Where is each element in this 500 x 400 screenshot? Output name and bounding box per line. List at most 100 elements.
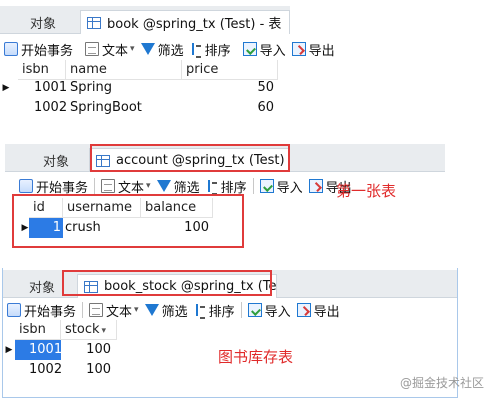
sort-icon: [190, 42, 202, 58]
tab-objects[interactable]: 对象: [35, 148, 77, 172]
column-header-stock[interactable]: stock ▾: [61, 320, 117, 340]
button-label: 排序: [208, 304, 235, 320]
highlight-box: [12, 194, 244, 248]
button-label: 文本: [118, 180, 145, 196]
import-button[interactable]: 导入: [247, 301, 291, 320]
export-icon: [296, 303, 311, 317]
data-grid: isbn stock ▾ ▶ 1001 100 1002 100: [3, 320, 133, 382]
import-icon: [259, 179, 274, 193]
filter-button[interactable]: 筛选: [156, 177, 200, 196]
annotation-book-stock-table: 图书库存表: [218, 348, 294, 366]
text-button[interactable]: 文本 ▾: [89, 301, 139, 320]
chevron-down-icon: ▾: [146, 181, 151, 191]
sort-button[interactable]: 排序: [206, 177, 247, 196]
text-icon: [85, 42, 100, 56]
cell-stock[interactable]: 100: [61, 340, 113, 360]
text-button[interactable]: 文本 ▾: [85, 40, 135, 59]
cell-price[interactable]: 50: [182, 78, 276, 98]
sort-desc-icon: ▾: [101, 326, 107, 336]
button-label: 导入: [259, 43, 286, 59]
button-label: 导入: [264, 304, 291, 320]
begin-transaction-button[interactable]: 开始事务: [7, 301, 76, 320]
column-header-isbn[interactable]: isbn: [15, 320, 61, 340]
cell-name[interactable]: SpringBoot: [68, 98, 144, 118]
button-label: 排序: [204, 43, 231, 59]
filter-button[interactable]: 筛选: [140, 40, 184, 59]
cell-name[interactable]: Spring: [68, 78, 114, 98]
tab-objects[interactable]: 对象: [22, 10, 64, 34]
filter-icon: [144, 304, 159, 316]
current-row-indicator-icon: ▶: [2, 83, 10, 93]
chevron-down-icon: ▾: [134, 305, 139, 315]
column-header-name[interactable]: name: [66, 60, 182, 80]
cell-isbn[interactable]: 1002: [15, 360, 64, 380]
header-row: isbn stock ▾: [3, 320, 133, 340]
import-button[interactable]: 导入: [259, 177, 303, 196]
export-button[interactable]: 导出: [291, 40, 335, 59]
toolbar: 开始事务 文本 ▾ 筛选 排序 导入 导出: [3, 298, 457, 322]
export-icon: [291, 42, 306, 56]
tab-objects[interactable]: 对象: [21, 274, 63, 298]
import-icon: [242, 42, 257, 56]
import-button[interactable]: 导入: [242, 40, 286, 59]
button-label: 导出: [313, 304, 340, 320]
sort-icon: [206, 179, 218, 195]
export-icon: [308, 179, 323, 193]
table-row[interactable]: 1002 SpringBoot 60: [0, 98, 280, 118]
toolbar: 开始事务 文本 ▾ 筛选 排序 导入 导出: [0, 37, 335, 61]
highlight-box: [62, 270, 272, 296]
watermark: @掘金技术社区: [400, 376, 485, 390]
tab-bar: 对象 book @spring_tx (Test) - 表: [0, 6, 290, 34]
sort-button[interactable]: 排序: [194, 301, 235, 320]
toolbar-divider: [94, 178, 96, 194]
table-row[interactable]: ▶ 1001 100: [3, 340, 133, 360]
tab-book-table[interactable]: book @spring_tx (Test) - 表: [80, 10, 290, 34]
toolbar-divider: [82, 302, 84, 318]
chevron-down-icon: ▾: [130, 44, 135, 54]
button-label: 开始事务: [36, 180, 89, 196]
table-row[interactable]: 1002 100: [3, 360, 133, 380]
filter-button[interactable]: 筛选: [144, 301, 188, 320]
button-label: 文本: [106, 304, 133, 320]
button-label: 导出: [308, 43, 335, 59]
current-row-indicator-icon: ▶: [5, 345, 13, 355]
button-label: 排序: [220, 180, 247, 196]
filter-icon: [140, 43, 155, 55]
button-label: 筛选: [157, 43, 184, 59]
toolbar-divider: [252, 178, 254, 194]
sort-button[interactable]: 排序: [190, 40, 231, 59]
table-row[interactable]: ▶ 1001 Spring 50: [0, 78, 280, 98]
column-header-price[interactable]: price: [182, 60, 278, 80]
filter-icon: [156, 180, 171, 192]
transaction-icon: [4, 42, 18, 56]
cell-stock[interactable]: 100: [61, 360, 113, 380]
tab-label: book @spring_tx (Test) - 表: [107, 17, 282, 32]
tab-label: 对象: [30, 16, 57, 32]
annotation-first-table: 第一张表: [336, 182, 397, 200]
button-label: 开始事务: [21, 43, 74, 59]
text-icon: [89, 303, 104, 317]
transaction-icon: [19, 179, 33, 193]
import-icon: [247, 303, 262, 317]
highlight-box: [90, 144, 290, 172]
tab-label: 对象: [29, 280, 56, 296]
header-row: isbn name price: [0, 60, 280, 80]
cell-isbn[interactable]: 1001: [15, 340, 62, 360]
column-header-isbn[interactable]: isbn: [18, 60, 66, 80]
begin-transaction-button[interactable]: 开始事务: [19, 177, 88, 196]
button-label: 开始事务: [24, 304, 77, 320]
sort-icon: [194, 303, 206, 319]
cell-isbn[interactable]: 1001: [32, 78, 69, 98]
table-icon: [87, 16, 101, 29]
text-button[interactable]: 文本 ▾: [101, 177, 151, 196]
cell-price[interactable]: 60: [182, 98, 276, 118]
export-button[interactable]: 导出: [296, 301, 340, 320]
toolbar-divider: [240, 302, 242, 318]
button-label: 筛选: [161, 304, 188, 320]
button-label: 筛选: [173, 180, 200, 196]
button-label: 导入: [276, 180, 303, 196]
cell-isbn[interactable]: 1002: [32, 98, 69, 118]
begin-transaction-button[interactable]: 开始事务: [4, 40, 73, 59]
button-label: 文本: [102, 43, 129, 59]
data-grid: isbn name price ▶ 1001 Spring 50 1002 Sp…: [0, 60, 280, 120]
